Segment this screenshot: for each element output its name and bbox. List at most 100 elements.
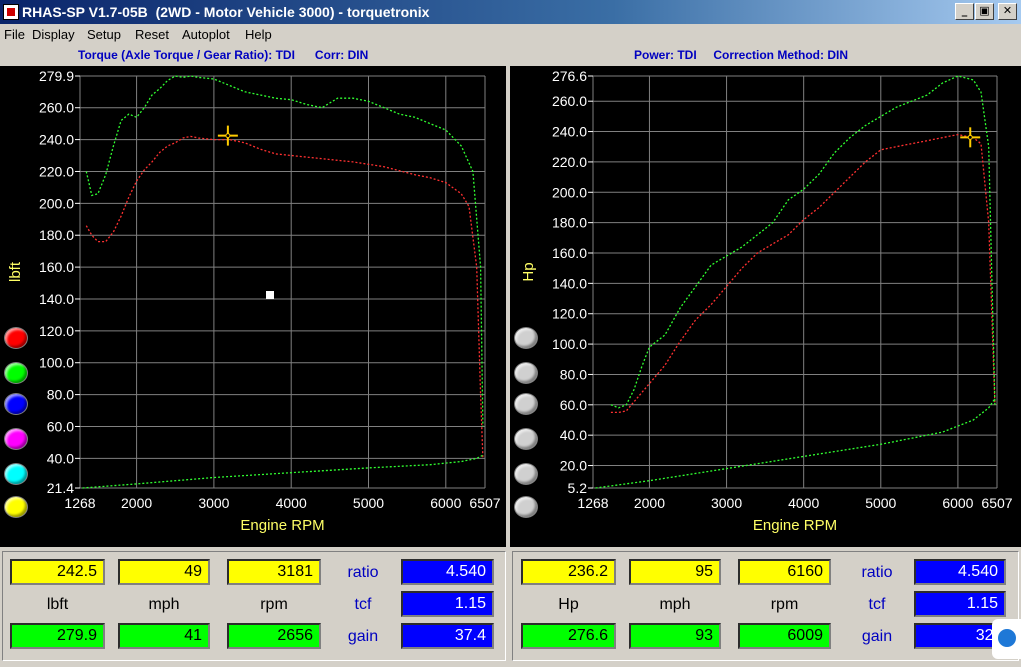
channel-3-swatch[interactable] [514, 393, 538, 415]
speed-peak-value: 41 [118, 623, 210, 649]
yellow-color-swatch[interactable] [4, 496, 28, 518]
gain-label: gain [347, 628, 379, 645]
power-tcf-label: tcf [868, 596, 886, 613]
channel-5-swatch[interactable] [514, 463, 538, 485]
power-x-tick-label: 1268 [577, 495, 608, 511]
power-y-tick-label: 5.2 [568, 480, 588, 496]
power-plot[interactable]: 1268 2000 3000 4000 5000 6000 6507 276.6 260.0 24… [510, 66, 1021, 547]
torque-readout-panel: 242.5 49 3181 ratio 4.540 lbft mph rpm t… [2, 551, 506, 661]
power-current-value: 236.2 [521, 559, 616, 585]
power-readout-panel: 236.2 95 6160 ratio 4.540 Hp mph rpm tcf… [512, 551, 1019, 661]
power-y-tick-label: 40.0 [560, 427, 587, 443]
torque-series-1 [85, 75, 484, 427]
power-y-tick-label: 240.0 [552, 124, 587, 140]
power-x-tick-label: 4000 [788, 495, 819, 511]
power-unit-label: Hp [558, 596, 579, 613]
torque-y-tick-label: 40.0 [47, 450, 74, 466]
power-x-tick-label: 5000 [865, 495, 896, 511]
torque-y-tick-label: 80.0 [47, 387, 74, 403]
red-color-swatch[interactable] [4, 327, 28, 349]
power-y-tick-label: 180.0 [552, 215, 587, 231]
power-x-tick-label: 6507 [981, 495, 1012, 511]
green-color-swatch[interactable] [4, 362, 28, 384]
power-ratio-label: ratio [861, 564, 893, 581]
menu-file[interactable]: File [4, 27, 25, 42]
menu-bar: File Display Setup Reset Autoplot Help [0, 24, 1021, 46]
close-button[interactable]: ✕ [998, 3, 1017, 20]
menu-setup[interactable]: Setup [87, 27, 121, 42]
power-speed-unit-label: mph [659, 596, 691, 613]
power-speed-current-value: 95 [629, 559, 721, 585]
maximize-button[interactable]: ▣ [975, 3, 994, 20]
torque-plot[interactable]: 1268 2000 3000 4000 5000 6000 6507 279.9 260.0 24… [0, 66, 506, 547]
torque-panel-header: Torque (Axle Torque / Gear Ratio): TDI C… [78, 48, 369, 65]
torque-y-axis-label: lbft [7, 261, 24, 282]
power-peak-value: 276.6 [521, 623, 616, 649]
power-y-tick-label: 120.0 [552, 306, 587, 322]
channel-4-swatch[interactable] [514, 428, 538, 450]
tcf-label: tcf [354, 596, 372, 613]
torque-x-tick-label: 4000 [276, 495, 307, 511]
power-rpm-current-value: 6160 [738, 559, 831, 585]
torque-data-point [266, 291, 274, 299]
torque-x-tick-label: 1268 [64, 495, 95, 511]
power-y-tick-label: 80.0 [560, 366, 587, 382]
app-icon[interactable] [3, 4, 19, 20]
torque-y-tick-label: 21.4 [47, 480, 74, 496]
torque-current-value: 242.5 [10, 559, 105, 585]
torque-x-tick-label: 2000 [121, 495, 152, 511]
remote-support-icon[interactable] [992, 619, 1021, 659]
torque-y-tick-label: 160.0 [39, 259, 74, 275]
power-ratio-value: 4.540 [914, 559, 1006, 585]
title-bar[interactable]: RHAS-SP V1.7-05B (2WD - Motor Vehicle 30… [0, 0, 1021, 24]
menu-autoplot[interactable]: Autoplot [182, 27, 230, 42]
speed-unit-label: mph [148, 596, 180, 613]
torque-y-tick-label: 180.0 [39, 227, 74, 243]
channel-1-swatch[interactable] [514, 327, 538, 349]
power-series-0 [610, 133, 996, 414]
rpm-peak-value: 2656 [227, 623, 321, 649]
torque-x-tick-label: 6507 [469, 495, 500, 511]
channel-2-swatch[interactable] [514, 362, 538, 384]
torque-y-tick-label: 260.0 [39, 100, 74, 116]
torque-y-tick-label: 279.9 [39, 68, 74, 84]
torque-y-tick-label: 60.0 [47, 418, 74, 434]
torque-peak-value: 279.9 [10, 623, 105, 649]
power-y-tick-label: 200.0 [552, 184, 587, 200]
power-y-tick-label: 160.0 [552, 245, 587, 261]
magenta-color-swatch[interactable] [4, 428, 28, 450]
torque-cursor-dot[interactable] [225, 133, 231, 139]
power-speed-peak-value: 93 [629, 623, 721, 649]
power-cursor-dot[interactable] [967, 134, 973, 140]
power-y-axis-label: Hp [520, 262, 537, 281]
torque-y-tick-label: 220.0 [39, 163, 74, 179]
ratio-label: ratio [347, 564, 379, 581]
power-panel-header: Power: TDI Correction Method: DIN [634, 48, 849, 65]
torque-y-tick-label: 140.0 [39, 291, 74, 307]
cyan-color-swatch[interactable] [4, 463, 28, 485]
blue-color-swatch[interactable] [4, 393, 28, 415]
menu-display[interactable]: Display [32, 27, 75, 42]
power-x-tick-label: 2000 [634, 495, 665, 511]
window-title: RHAS-SP V1.7-05B (2WD - Motor Vehicle 30… [22, 4, 430, 20]
torque-x-axis-label: Engine RPM [240, 517, 324, 534]
power-y-tick-label: 100.0 [552, 336, 587, 352]
power-y-tick-label: 260.0 [552, 93, 587, 109]
power-series-1 [610, 75, 996, 409]
torque-y-tick-label: 120.0 [39, 323, 74, 339]
power-series-2 [595, 398, 996, 489]
power-y-tick-label: 220.0 [552, 154, 587, 170]
power-tcf-value: 1.15 [914, 591, 1006, 617]
power-gain-label: gain [861, 628, 893, 645]
torque-series-0 [85, 135, 484, 459]
channel-6-swatch[interactable] [514, 496, 538, 518]
torque-chart[interactable]: 1268 2000 3000 4000 5000 6000 6507 279.9 260.0 24… [0, 66, 506, 547]
power-y-tick-label: 140.0 [552, 275, 587, 291]
power-rpm-peak-value: 6009 [738, 623, 831, 649]
minimize-button[interactable]: _ [955, 3, 974, 20]
power-chart[interactable]: 1268 2000 3000 4000 5000 6000 6507 276.6 260.0 24… [510, 66, 1021, 547]
menu-help[interactable]: Help [245, 27, 272, 42]
menu-reset[interactable]: Reset [135, 27, 169, 42]
power-x-tick-label: 6000 [942, 495, 973, 511]
rpm-current-value: 3181 [227, 559, 321, 585]
